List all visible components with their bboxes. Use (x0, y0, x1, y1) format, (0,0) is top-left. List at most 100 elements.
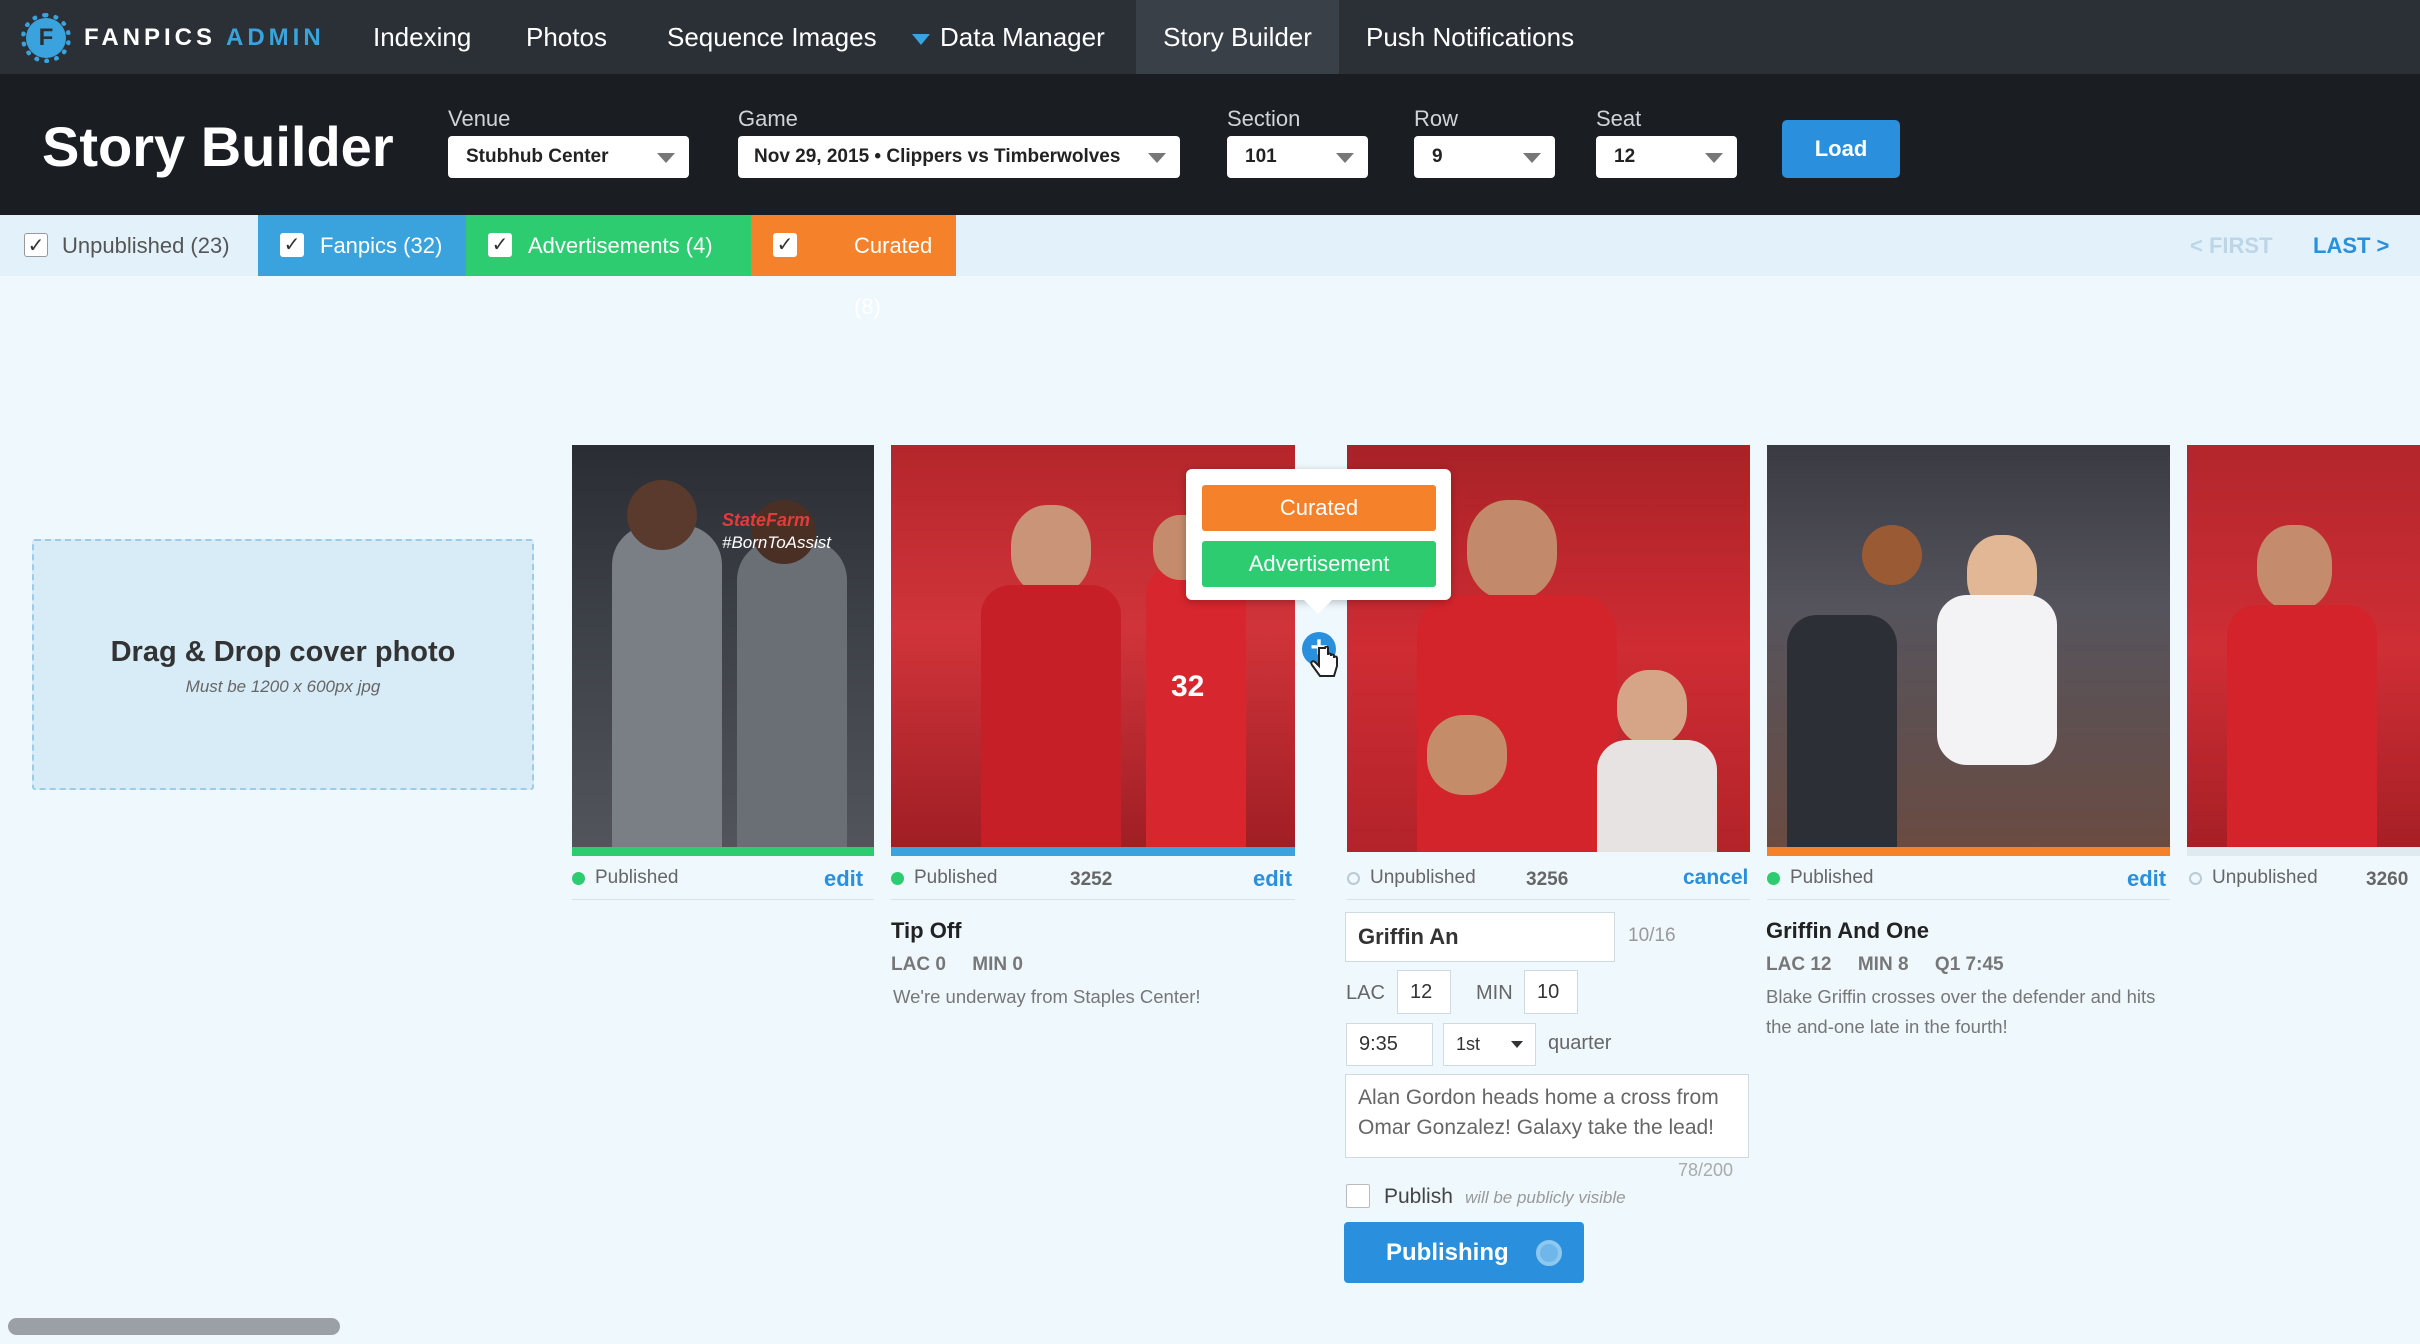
publishing-label: Publishing (1386, 1239, 1509, 1266)
nav-sequence-images[interactable]: Sequence Images (667, 0, 877, 74)
nav-indexing[interactable]: Indexing (373, 0, 471, 74)
gear-logo-icon: F (21, 13, 71, 63)
edit-link[interactable]: edit (1253, 866, 1292, 892)
quarter-value: 1st (1456, 1034, 1481, 1054)
nav-story-builder[interactable]: Story Builder (1136, 0, 1339, 74)
lac-label: LAC (1346, 982, 1385, 1004)
game-label: Game (738, 106, 798, 131)
card-category-bar (1767, 847, 2170, 856)
load-button[interactable]: Load (1782, 120, 1900, 178)
filter-bar: ✓ Unpublished (23) ✓ Fanpics (32) ✓ Adve… (0, 215, 2420, 319)
card-status: Published (572, 867, 678, 889)
filter-curated[interactable]: ✓ Curated (8) (751, 215, 956, 319)
dropzone-title: Drag & Drop cover photo (110, 636, 456, 668)
story-photo[interactable] (2187, 445, 2420, 852)
card-divider (572, 899, 874, 900)
status-dot-icon (1767, 871, 1780, 885)
min-score-input[interactable] (1524, 970, 1578, 1014)
card-number: 3256 (1526, 869, 1569, 890)
card-title: Tip Off (891, 918, 962, 943)
cover-photo-dropzone[interactable]: Drag & Drop cover photo Must be 1200 x 6… (32, 539, 534, 790)
venue-value: Stubhub Center (466, 146, 609, 167)
status-dot-icon (1347, 871, 1360, 885)
game-time-input[interactable] (1346, 1023, 1433, 1066)
section-label: Section (1227, 106, 1301, 131)
card-category-bar (2187, 847, 2420, 856)
publishing-button[interactable]: Publishing (1344, 1222, 1584, 1283)
nav-push-notifications[interactable]: Push Notifications (1366, 0, 1574, 74)
story-title-input[interactable] (1345, 912, 1615, 962)
card-description: Blake Griffin crosses over the defender … (1766, 986, 2156, 1037)
checkbox-checked-icon[interactable]: ✓ (24, 233, 48, 257)
filter-unpublished-label: Unpublished (23) (62, 233, 230, 258)
edit-link[interactable]: edit (824, 866, 863, 892)
card-status: Unpublished (1347, 867, 1476, 889)
card-status: Unpublished (2189, 867, 2318, 889)
card-number: 3252 (1070, 869, 1113, 890)
quarter-select[interactable]: 1st (1443, 1023, 1536, 1066)
chevron-down-icon (1148, 153, 1166, 163)
curated-option-button[interactable]: Curated (1202, 485, 1436, 531)
pager-first[interactable]: < FIRST (2190, 233, 2273, 259)
venue-select[interactable]: Stubhub Center (448, 136, 689, 178)
page-header: Story Builder Venue Stubhub Center Game … (0, 74, 2420, 215)
card-title: Griffin And One (1766, 918, 1929, 943)
card-divider (1347, 899, 1750, 900)
filter-advertisements-label: Advertisements (4) (528, 233, 713, 258)
horizontal-scrollbar[interactable] (8, 1318, 340, 1335)
checkbox-checked-icon[interactable]: ✓ (488, 233, 512, 257)
seat-label: Seat (1596, 106, 1642, 131)
cancel-link[interactable]: cancel (1683, 866, 1748, 890)
story-photo[interactable]: StateFarm #BornToAssist (572, 445, 874, 852)
publish-checkbox[interactable] (1346, 1184, 1370, 1208)
row-value: 9 (1432, 146, 1443, 167)
chevron-down-icon (1336, 153, 1354, 163)
section-select[interactable]: 101 (1227, 136, 1368, 178)
card-divider (1767, 899, 2170, 900)
card-category-bar (572, 847, 874, 856)
lac-score-input[interactable] (1397, 970, 1451, 1014)
page-title: Story Builder (42, 115, 394, 178)
status-dot-icon (572, 871, 585, 885)
seat-select[interactable]: 12 (1596, 136, 1737, 178)
brand-logo[interactable]: F FANPICS ADMIN (21, 13, 325, 63)
spinner-icon (1536, 1240, 1562, 1266)
card-number: 3260 (2366, 869, 2409, 890)
description-char-count: 78/200 (1678, 1160, 1734, 1180)
publish-label: Publish (1384, 1185, 1453, 1208)
filter-unpublished[interactable]: ✓ Unpublished (23) (0, 215, 258, 276)
seat-value: 12 (1614, 146, 1636, 167)
sponsor-text: StateFarm (722, 510, 811, 530)
nav-data-manager[interactable]: Data Manager (912, 0, 1105, 74)
filter-advertisements[interactable]: ✓ Advertisements (4) (466, 215, 751, 276)
chevron-down-icon (1523, 153, 1541, 163)
jersey-number: 32 (1171, 670, 1205, 703)
description-textarea[interactable]: Alan Gordon heads home a cross from Omar… (1345, 1074, 1749, 1158)
checkbox-checked-icon[interactable]: ✓ (280, 233, 304, 257)
nav-photos[interactable]: Photos (526, 0, 607, 74)
title-char-count: 10/16 (1628, 925, 1676, 946)
caret-down-icon (912, 33, 930, 45)
publish-hint: will be publicly visible (1465, 1188, 1626, 1207)
dropzone-subtitle: Must be 1200 x 600px jpg (185, 677, 381, 696)
brand-suffix: ADMIN (226, 24, 325, 51)
story-photo[interactable] (1767, 445, 2170, 852)
hashtag-text: #BornToAssist (722, 533, 831, 552)
filter-fanpics[interactable]: ✓ Fanpics (32) (258, 215, 466, 276)
advertisement-option-button[interactable]: Advertisement (1202, 541, 1436, 587)
card-status: Published (1767, 867, 1873, 889)
checkbox-checked-icon[interactable]: ✓ (773, 233, 797, 257)
card-score: LAC 0 MIN 0 (891, 954, 1023, 975)
edit-link[interactable]: edit (2127, 866, 2166, 892)
chevron-down-icon (1705, 153, 1723, 163)
venue-label: Venue (448, 106, 511, 131)
game-select[interactable]: Nov 29, 2015 • Clippers vs Timberwolves (738, 136, 1180, 178)
top-nav: F FANPICS ADMIN Indexing Photos Sequence … (0, 0, 2420, 74)
min-label: MIN (1476, 982, 1513, 1004)
filter-fanpics-label: Fanpics (32) (320, 233, 443, 258)
card-status: Published (891, 867, 997, 889)
brand-name: FANPICS (84, 24, 217, 51)
pager-last[interactable]: LAST > (2313, 233, 2389, 259)
row-select[interactable]: 9 (1414, 136, 1555, 178)
status-dot-icon (2189, 871, 2202, 885)
